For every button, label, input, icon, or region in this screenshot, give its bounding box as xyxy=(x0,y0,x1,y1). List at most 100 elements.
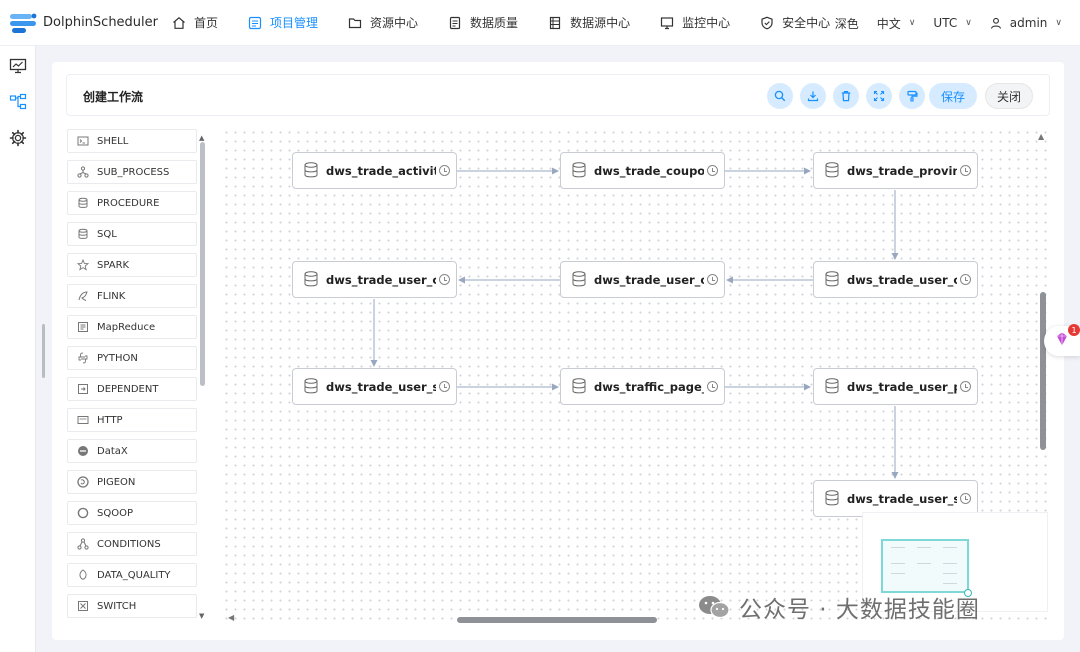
palette-item-http[interactable]: HTTP xyxy=(67,408,197,432)
nav-item-monitor[interactable]: 监控中心 xyxy=(660,0,746,46)
search-icon xyxy=(774,87,786,106)
task-node[interactable]: dws_trade_user_sku xyxy=(292,368,457,405)
close-button[interactable]: 关闭 xyxy=(985,83,1033,109)
nav-item-project[interactable]: 项目管理 xyxy=(248,0,334,46)
language-select[interactable]: 中文 ∨ xyxy=(877,15,916,32)
task-node-label: dws_trade_user_ord xyxy=(847,272,957,287)
project-icon xyxy=(248,16,262,30)
shell-icon xyxy=(76,135,89,148)
palette-item-spark[interactable]: SPARK xyxy=(67,253,197,277)
task-node-label: dws_trade_activity... xyxy=(326,163,436,178)
palette-item-conditions[interactable]: CONDITIONS xyxy=(67,532,197,556)
nav-item-datasource[interactable]: 数据源中心 xyxy=(548,0,646,46)
left-sidebar xyxy=(0,46,36,652)
sql-node-icon xyxy=(572,270,586,286)
fullscreen-icon xyxy=(873,87,885,106)
palette-item-sqoop[interactable]: SQOOP xyxy=(67,501,197,525)
nav-item-home[interactable]: 首页 xyxy=(172,0,234,46)
delete-button[interactable] xyxy=(833,83,859,109)
nav-item-data-quality[interactable]: 数据质量 xyxy=(448,0,534,46)
clock-icon xyxy=(439,165,450,176)
sql-node-icon xyxy=(825,377,839,393)
palette-item-python[interactable]: PYTHON xyxy=(67,346,197,370)
task-node[interactable]: dws_traffic_page_v.. xyxy=(560,368,725,405)
sidebar-item-overview[interactable] xyxy=(0,50,36,86)
palette-item-sql[interactable]: SQL xyxy=(67,222,197,246)
theme-label: 深色 xyxy=(834,16,859,31)
palette-scroll-up-icon[interactable]: ▲ xyxy=(199,134,204,142)
palette-item-datax[interactable]: DataX xyxy=(67,439,197,463)
gear-icon xyxy=(9,129,27,151)
task-node[interactable]: dws_trade_province xyxy=(813,152,978,189)
palette-item-switch[interactable]: SWITCH xyxy=(67,594,197,618)
sqoop-icon xyxy=(76,507,89,520)
palette-item-label: SUB_PROCESS xyxy=(97,166,170,178)
task-node-label: dws_trade_province xyxy=(847,163,957,178)
sql-node-icon xyxy=(304,377,318,393)
sidebar-resize-handle[interactable] xyxy=(42,324,45,378)
palette-item-pigeon[interactable]: PIGEON xyxy=(67,470,197,494)
palette-scrollbar[interactable] xyxy=(200,142,205,386)
sidebar-item-workflow[interactable] xyxy=(0,86,36,122)
task-node-label: dws_trade_user_car. xyxy=(326,272,436,287)
palette-item-label: PIGEON xyxy=(97,476,136,488)
language-label: 中文 xyxy=(876,16,901,31)
format-button[interactable] xyxy=(899,83,925,109)
floating-assistant-button[interactable]: 1 xyxy=(1044,324,1080,356)
palette-item-label: SWITCH xyxy=(97,600,137,612)
search-button[interactable] xyxy=(767,83,793,109)
folder-icon xyxy=(348,16,362,30)
sidebar-item-settings[interactable] xyxy=(0,122,36,158)
task-node[interactable]: dws_trade_user_ord xyxy=(813,261,978,298)
nav-item-resources[interactable]: 资源中心 xyxy=(348,0,434,46)
task-node[interactable]: dws_trade_user_ord xyxy=(560,261,725,298)
clock-icon xyxy=(960,274,971,285)
gem-icon xyxy=(1055,331,1069,351)
download-icon xyxy=(807,87,819,106)
task-node-label: dws_trade_user_sku xyxy=(847,491,957,506)
task-node[interactable]: dws_trade_activity... xyxy=(292,152,457,189)
clock-icon xyxy=(439,381,450,392)
palette-item-flink[interactable]: FLINK xyxy=(67,284,197,308)
palette-item-dependent[interactable]: DEPENDENT xyxy=(67,377,197,401)
task-node[interactable]: dws_trade_user_car. xyxy=(292,261,457,298)
top-navigation-bar: DolphinScheduler 首页 项目管理 资源中心 数据质量 数据源中心… xyxy=(0,0,1080,46)
task-node[interactable]: dws_trade_user_pay xyxy=(813,368,978,405)
palette-item-label: HTTP xyxy=(97,414,123,426)
palette-item-data-quality[interactable]: DATA_QUALITY xyxy=(67,563,197,587)
fullscreen-button[interactable] xyxy=(866,83,892,109)
task-palette: SHELL SUB_PROCESS PROCEDURE SQL SPARK FL… xyxy=(66,128,210,626)
nav-label: 首页 xyxy=(194,16,219,30)
clock-icon xyxy=(707,165,718,176)
download-button[interactable] xyxy=(800,83,826,109)
user-menu[interactable]: admin ∨ xyxy=(990,16,1062,30)
datax-icon xyxy=(76,445,89,458)
palette-item-procedure[interactable]: PROCEDURE xyxy=(67,191,197,215)
nav-label: 监控中心 xyxy=(682,16,731,30)
canvas-scroll-left-icon[interactable]: ◀ xyxy=(228,613,234,622)
palette-item-label: MapReduce xyxy=(97,321,156,333)
editor-header: 创建工作流 保存 关闭 xyxy=(66,74,1050,116)
palette-item-shell[interactable]: SHELL xyxy=(67,129,197,153)
clock-icon xyxy=(707,274,718,285)
timezone-select[interactable]: UTC ∨ xyxy=(933,16,971,30)
palette-item-sub-process[interactable]: SUB_PROCESS xyxy=(67,160,197,184)
main-nav: 首页 项目管理 资源中心 数据质量 数据源中心 监控中心 安全中心 xyxy=(172,0,860,46)
task-node-label: dws_trade_user_ord xyxy=(594,272,704,287)
app-logo[interactable]: DolphinScheduler xyxy=(8,10,158,36)
home-icon xyxy=(172,16,186,30)
task-node-label: dws_trade_coupon_... xyxy=(594,163,704,178)
task-node[interactable]: dws_trade_coupon_... xyxy=(560,152,725,189)
palette-scroll-down-icon[interactable]: ▼ xyxy=(199,612,204,620)
save-button[interactable]: 保存 xyxy=(929,83,977,109)
canvas-horizontal-scrollbar[interactable] xyxy=(457,617,657,623)
canvas-vertical-scrollbar[interactable] xyxy=(1040,292,1046,450)
nav-label: 资源中心 xyxy=(370,16,419,30)
canvas-scroll-up-icon[interactable]: ▲ xyxy=(1038,132,1044,141)
theme-toggle[interactable]: 深色 xyxy=(835,15,859,32)
format-icon xyxy=(906,87,918,106)
sql-node-icon xyxy=(825,489,839,505)
palette-item-mapreduce[interactable]: MapReduce xyxy=(67,315,197,339)
minimap-viewport[interactable] xyxy=(881,539,969,593)
nav-item-security[interactable]: 安全中心 xyxy=(760,0,846,46)
